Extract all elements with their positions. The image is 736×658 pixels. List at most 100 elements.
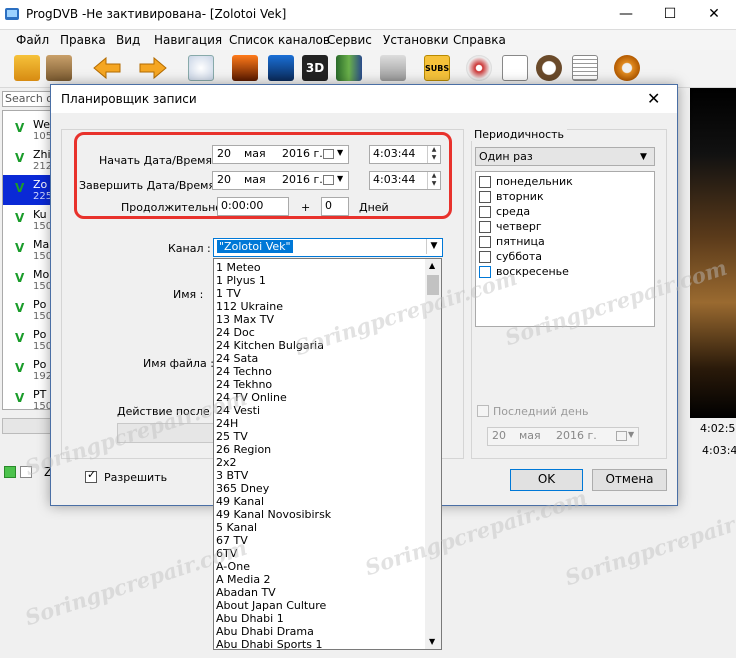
list-item[interactable]: 24 Sata: [216, 352, 258, 365]
menu-edit[interactable]: Правка: [60, 33, 106, 47]
list-item[interactable]: 112 Ukraine: [216, 300, 283, 313]
chevron-down-icon[interactable]: ▼: [640, 148, 647, 165]
cancel-button[interactable]: Отмена: [592, 469, 667, 491]
weekday-checkbox[interactable]: [479, 191, 491, 203]
menu-channel-list[interactable]: Список каналов: [229, 33, 330, 47]
list-item[interactable]: 365 Dney: [216, 482, 269, 495]
zoom-icon[interactable]: [188, 55, 214, 81]
record-icon[interactable]: [380, 55, 406, 81]
epg-icon[interactable]: [502, 55, 528, 81]
chevron-down-icon[interactable]: ▼: [426, 239, 441, 254]
3d-icon[interactable]: 3D: [302, 55, 328, 81]
dialog-close-button[interactable]: ✕: [647, 89, 660, 108]
after-action-select[interactable]: [117, 423, 217, 443]
weekday-checkbox[interactable]: [479, 251, 491, 263]
open-folder-icon[interactable]: [14, 55, 40, 81]
chevron-up-icon[interactable]: ▲: [429, 261, 435, 270]
after-action-label: Действие после за: [117, 405, 226, 418]
film-icon[interactable]: [46, 55, 72, 81]
list-item[interactable]: 3 BTV: [216, 469, 248, 482]
video-preview: [690, 88, 736, 418]
list-item[interactable]: 24 Kitchen Bulgaria: [216, 339, 324, 352]
weekday-checkbox[interactable]: [479, 236, 491, 248]
weekday-checkbox[interactable]: [479, 266, 491, 278]
list-item[interactable]: 5 Kanal: [216, 521, 257, 534]
list-icon[interactable]: [572, 55, 598, 81]
menu-service[interactable]: Сервис: [327, 33, 372, 47]
list-item[interactable]: 1 TV: [216, 287, 241, 300]
scrollbar-thumb[interactable]: [427, 275, 439, 295]
multiscreen-icon[interactable]: [336, 55, 362, 81]
check-icon: V: [15, 391, 25, 405]
list-item[interactable]: 1 Plyus 1: [216, 274, 266, 287]
list-item[interactable]: A Media 2: [216, 573, 271, 586]
watermark: Soringpcrepair.com: [561, 494, 736, 591]
gear-icon[interactable]: [614, 55, 640, 81]
list-item[interactable]: A-One: [216, 560, 250, 573]
list-item[interactable]: 6TV: [216, 547, 237, 560]
enable-label: Разрешить: [104, 471, 168, 484]
checkmark-icon: ✓: [87, 468, 97, 481]
channel-search-input[interactable]: Search o: [2, 91, 56, 107]
last-day-checkbox[interactable]: [477, 405, 489, 417]
forward-arrow-icon[interactable]: [138, 55, 168, 81]
list-item[interactable]: 24 Tekhno: [216, 378, 272, 391]
ok-button[interactable]: OK: [510, 469, 583, 491]
list-item[interactable]: About Japan Culture: [216, 599, 326, 612]
menu-navigation[interactable]: Навигация: [154, 33, 222, 47]
menu-file[interactable]: Файл: [16, 33, 49, 47]
list-item[interactable]: 24 Vesti: [216, 404, 260, 417]
back-arrow-icon[interactable]: [92, 55, 122, 81]
weekday-checkbox[interactable]: [479, 206, 491, 218]
chevron-down-icon[interactable]: ▼: [628, 428, 634, 443]
list-item[interactable]: 24 TV Online: [216, 391, 287, 404]
weekday-checkbox[interactable]: [479, 221, 491, 233]
check-icon: V: [15, 211, 25, 225]
close-button[interactable]: ✕: [692, 0, 736, 30]
screen-fullscreen-icon[interactable]: [232, 55, 258, 81]
highlight-frame: [74, 132, 452, 219]
maximize-button[interactable]: ☐: [648, 0, 692, 30]
check-icon: V: [15, 241, 25, 255]
list-item[interactable]: 13 Max TV: [216, 313, 274, 326]
check-icon: V: [15, 271, 25, 285]
check-icon: V: [15, 361, 25, 375]
channel-combobox[interactable]: "Zolotoi Vek" ▼: [213, 238, 443, 257]
list-item[interactable]: 67 TV: [216, 534, 248, 547]
list-item[interactable]: 1 Meteo: [216, 261, 261, 274]
subtitles-icon[interactable]: SUBS: [424, 55, 450, 81]
weekday-checkbox[interactable]: [479, 176, 491, 188]
list-item[interactable]: 2x2: [216, 456, 237, 469]
dialog-title-bar: Планировщик записи ✕: [51, 85, 677, 113]
list-item[interactable]: Abadan TV: [216, 586, 276, 599]
list-item[interactable]: 24 Techno: [216, 365, 272, 378]
screen-window-icon[interactable]: [268, 55, 294, 81]
channel-scrollbar[interactable]: [2, 418, 56, 434]
last-day-date-field[interactable]: 20 мая 2016 г. ▼: [487, 427, 639, 446]
status-checkbox[interactable]: [20, 466, 32, 478]
dropdown-scrollbar[interactable]: ▲ ▼: [425, 259, 441, 649]
list-item[interactable]: 25 TV: [216, 430, 248, 443]
disc-icon[interactable]: [466, 55, 492, 81]
list-item[interactable]: Abu Dhabi 1: [216, 612, 284, 625]
list-item[interactable]: 49 Kanal Novosibirsk: [216, 508, 331, 521]
chevron-down-icon[interactable]: ▼: [429, 637, 435, 646]
menu-view[interactable]: Вид: [116, 33, 140, 47]
list-item[interactable]: Abu Dhabi Drama: [216, 625, 314, 638]
menu-settings[interactable]: Установки: [383, 33, 449, 47]
channel-dropdown-list[interactable]: 1 Meteo 1 Plyus 1 1 TV 112 Ukraine 13 Ma…: [213, 258, 442, 650]
minimize-button[interactable]: —: [604, 0, 648, 30]
app-icon: [4, 6, 20, 22]
calendar-icon[interactable]: [616, 431, 627, 441]
title-bar: ProgDVB -Не зактивирована- [Zolotoi Vek]…: [0, 0, 736, 30]
list-item[interactable]: 24H: [216, 417, 238, 430]
list-item[interactable]: 49 Kanal: [216, 495, 264, 508]
periodicity-select[interactable]: Один раз ▼: [475, 147, 655, 166]
playback-time-start: 4:02:50: [700, 422, 736, 435]
list-item[interactable]: 24 Doc: [216, 326, 255, 339]
clock-icon[interactable]: [536, 55, 562, 81]
enable-checkbox[interactable]: ✓: [85, 468, 97, 483]
list-item[interactable]: Abu Dhabi Sports 1: [216, 638, 322, 649]
list-item[interactable]: 26 Region: [216, 443, 271, 456]
menu-help[interactable]: Справка: [453, 33, 506, 47]
